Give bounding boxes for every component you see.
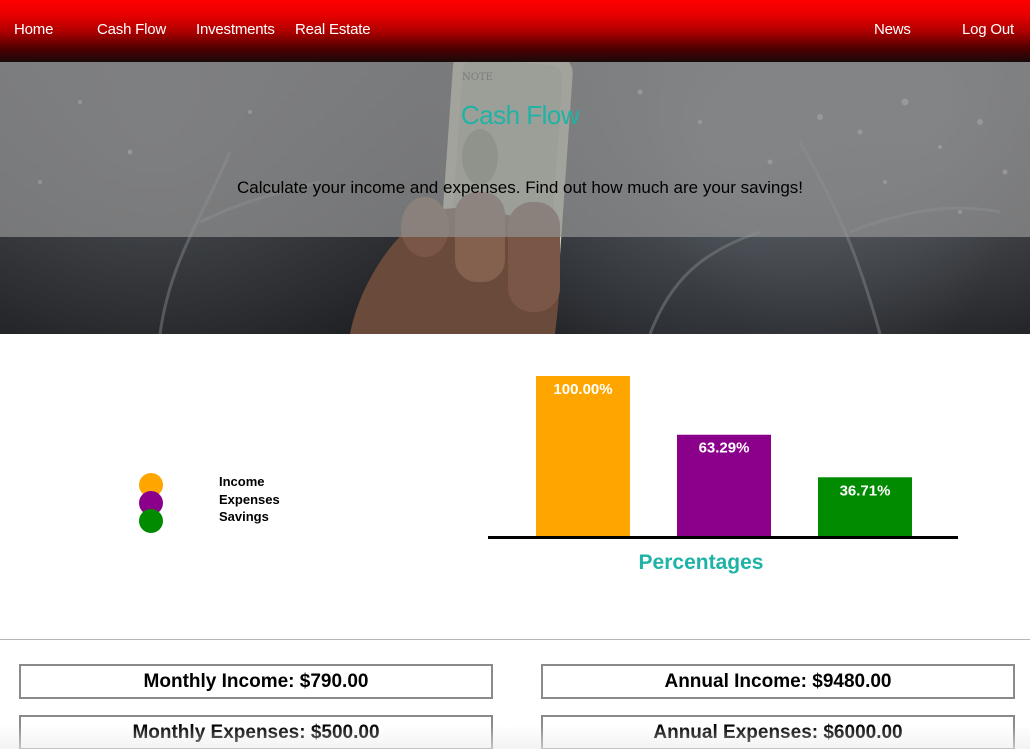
legend-expenses-label: Expenses [219, 492, 280, 507]
monthly-expenses-box: Monthly Expenses: $500.00 [19, 715, 493, 749]
bar-value-label-savings: 36.71% [840, 482, 891, 499]
legend-savings-dot [139, 509, 163, 533]
nav-news-link[interactable]: News [874, 21, 911, 38]
section-divider [0, 639, 1030, 640]
legend-savings-label: Savings [219, 509, 269, 524]
annual-expenses-box: Annual Expenses: $6000.00 [541, 715, 1015, 749]
page-subtitle: Calculate your income and expenses. Find… [236, 178, 804, 197]
nav-cash-flow-link[interactable]: Cash Flow [97, 21, 166, 38]
annual-income-box: Annual Income: $9480.00 [541, 664, 1015, 699]
nav-investments-link[interactable]: Investments [196, 21, 275, 38]
chart-title: Percentages [639, 551, 764, 574]
bar-income [536, 376, 630, 536]
page-title: Cash Flow [460, 100, 580, 130]
top-nav: Home Cash Flow Investments Real Estate N… [0, 0, 1030, 62]
bar-value-label-income: 100.00% [553, 381, 612, 398]
bar-value-label-expenses: 63.29% [699, 440, 750, 457]
nav-home-link[interactable]: Home [14, 21, 53, 38]
nav-log-out-link[interactable]: Log Out [962, 21, 1014, 38]
hero-overlay [0, 62, 1030, 237]
hero-banner: NOTE Cash Flow Calculate your income and… [0, 62, 1030, 334]
monthly-income-box: Monthly Income: $790.00 [19, 664, 493, 699]
percentages-bar-chart: 100.00% 63.29% 36.71% Percentages [488, 376, 958, 574]
legend-income-label: Income [219, 474, 265, 489]
nav-real-estate-link[interactable]: Real Estate [295, 21, 371, 38]
